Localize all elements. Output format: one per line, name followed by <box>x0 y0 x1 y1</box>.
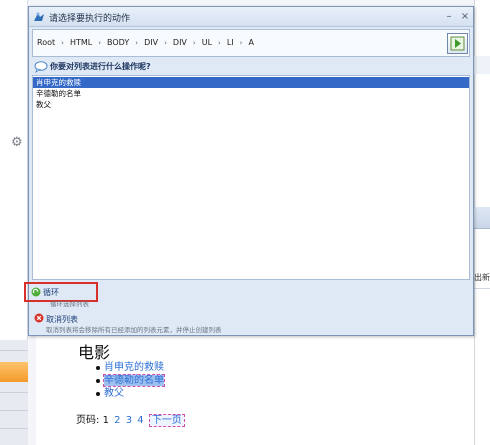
breadcrumb-item[interactable]: Root <box>37 38 55 47</box>
movie-list-item[interactable]: 肖申克的救赎 <box>96 361 164 374</box>
cancel-list-action-description: 取消列表将会移除所有已经添加的列表元素，并停止创建列表 <box>46 326 222 334</box>
pager: 页码: 1 2 3 4 下一页 <box>76 411 185 427</box>
close-button[interactable]: × <box>459 10 471 24</box>
loop-action-description: 循环选择列表 <box>50 300 89 308</box>
element-path-bar: Root › HTML › BODY › DIV › DIV › UL › LI › A <box>32 29 470 57</box>
question-row: 你要对列表进行什么操作呢? <box>33 61 469 73</box>
right-panel-clipped-text: 出新 <box>474 273 490 282</box>
expand-path-button[interactable] <box>447 33 468 54</box>
dialog-title: 请选择要执行的动作 <box>49 14 131 24</box>
movie-link[interactable]: 肖申克的救赎 <box>104 362 164 373</box>
right-panel-tab[interactable] <box>474 207 490 229</box>
pager-link[interactable]: 4 <box>137 415 143 426</box>
movie-link[interactable]: 教父 <box>104 388 124 399</box>
list-item-selected[interactable]: 肖申克的救赎 <box>33 77 469 88</box>
pager-next-link[interactable]: 下一页 <box>148 414 185 427</box>
breadcrumb-separator: › <box>61 39 64 47</box>
pager-current: 1 <box>102 415 109 426</box>
app-logo-icon <box>34 12 44 21</box>
movie-link-highlighted[interactable]: 辛德勒的名单 <box>103 374 165 387</box>
breadcrumb-item[interactable]: HTML <box>70 38 92 47</box>
breadcrumb-separator: › <box>98 39 102 47</box>
breadcrumb-separator: › <box>164 39 167 47</box>
breadcrumb-item[interactable]: A <box>248 38 253 47</box>
breadcrumb-separator: › <box>135 39 139 47</box>
loop-icon <box>31 287 41 297</box>
movie-list-item[interactable]: 辛德勒的名单 <box>96 374 165 387</box>
breadcrumb-separator: › <box>192 39 196 47</box>
breadcrumb-item[interactable]: UL <box>202 38 212 47</box>
speech-bubble-icon <box>34 61 48 73</box>
breadcrumb-separator: › <box>218 39 221 47</box>
minimize-button[interactable]: – <box>443 10 455 24</box>
breadcrumb-item[interactable]: LI <box>227 38 234 47</box>
list-item[interactable]: 教父 <box>33 99 469 110</box>
breadcrumb-separator: › <box>239 39 243 47</box>
action-dialog: 请选择要执行的动作 – × Root › HTML › BODY › DIV › DIV › UL ›… <box>24 6 474 336</box>
pager-link[interactable]: 2 <box>114 415 120 426</box>
right-panel-header <box>474 56 490 74</box>
breadcrumb-item[interactable]: DIV <box>144 38 158 47</box>
list-item[interactable]: 辛德勒的名单 <box>33 88 469 99</box>
movie-list-item[interactable]: 教父 <box>96 387 164 400</box>
cancel-icon[interactable] <box>34 313 44 323</box>
breadcrumb: Root › HTML › BODY › DIV › DIV › UL › LI › A <box>37 38 254 47</box>
loop-action-label: 循环 <box>43 288 59 297</box>
breadcrumb-item[interactable]: DIV <box>173 38 187 47</box>
breadcrumb-item[interactable]: BODY <box>107 38 129 47</box>
right-panel-divider <box>474 288 490 289</box>
gear-icon[interactable]: ⚙ <box>11 136 25 150</box>
dialog-titlebar[interactable]: 请选择要执行的动作 – × <box>29 7 473 27</box>
question-text: 你要对列表进行什么操作呢? <box>50 62 151 71</box>
page-title: 电影 <box>78 343 111 362</box>
play-arrow-icon <box>450 36 465 51</box>
web-page-preview: 电影 肖申克的救赎 辛德勒的名单 教父 页码: 1 2 3 4 下一页 <box>36 331 474 445</box>
selected-elements-list[interactable]: 肖申克的救赎 辛德勒的名单 教父 <box>32 75 470 280</box>
movie-list: 肖申克的救赎 辛德勒的名单 教父 <box>96 361 165 400</box>
pager-label: 页码: <box>76 415 100 426</box>
action-options: 循环 循环选择列表 取消列表 取消列表将会移除所有已经添加的列表元素，并停止创建… <box>24 282 473 335</box>
pager-link[interactable]: 3 <box>126 415 132 426</box>
left-panel-active-row[interactable] <box>0 362 28 382</box>
